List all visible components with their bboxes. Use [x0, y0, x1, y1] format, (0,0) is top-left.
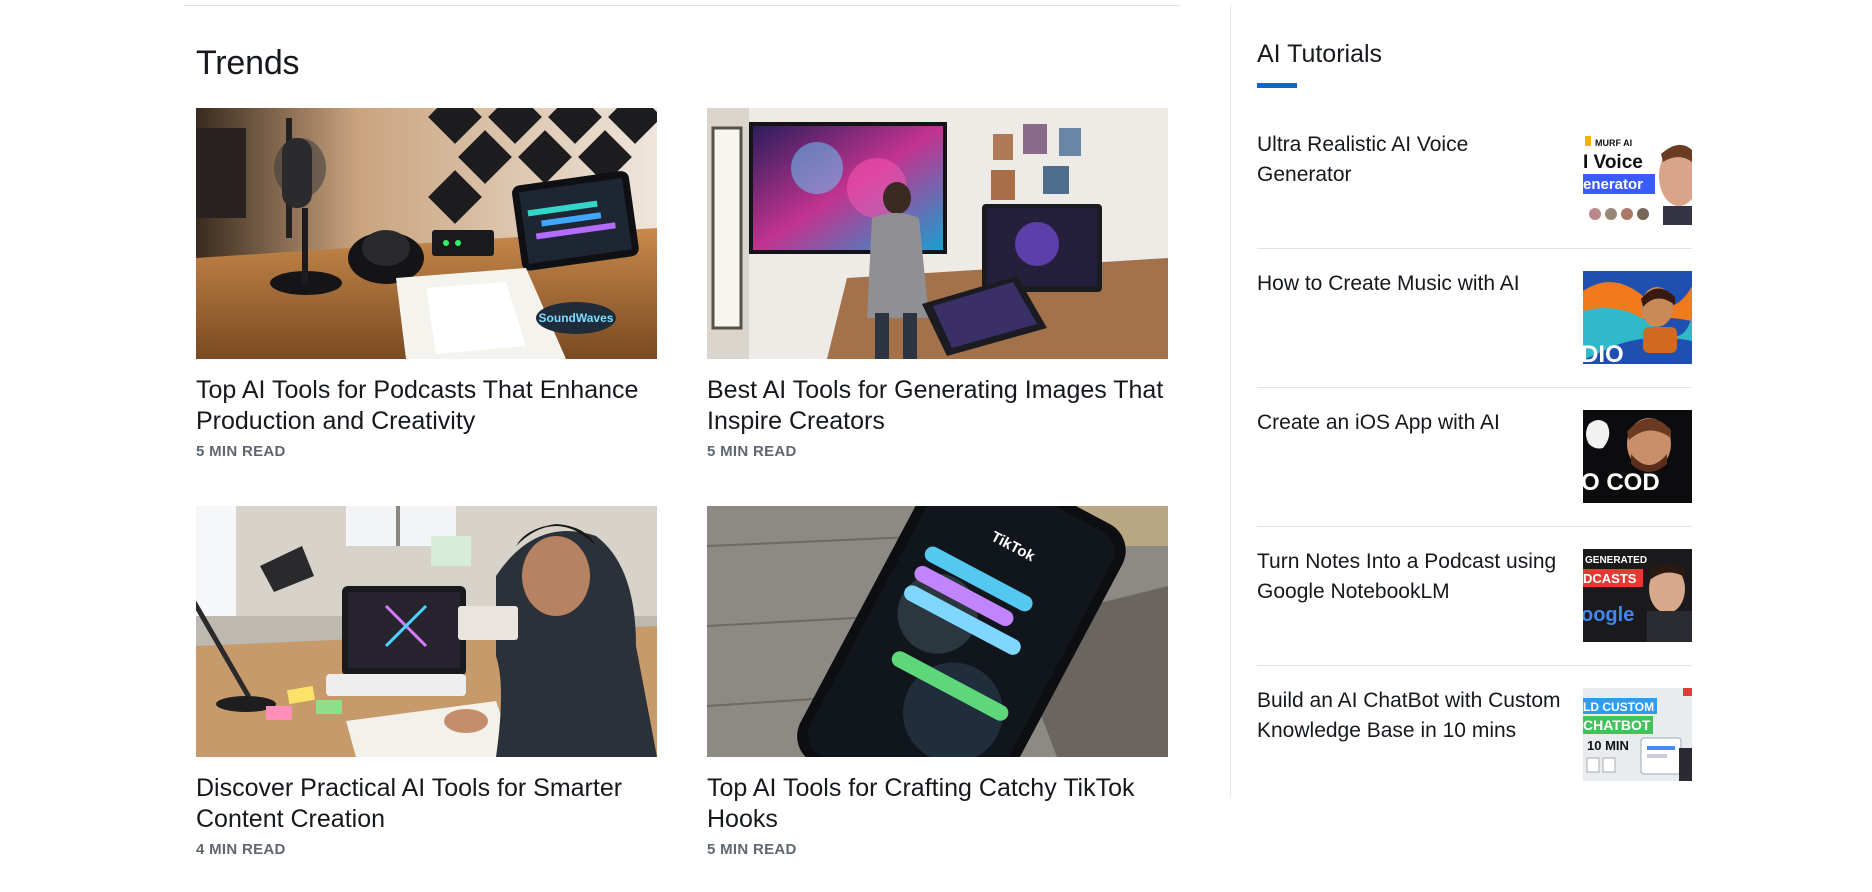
tutorial-title[interactable]: Turn Notes Into a Podcast using Google N… [1257, 545, 1567, 607]
tiktok-phone-photo[interactable]: TikTok [707, 506, 1168, 757]
tutorial-thumbnail[interactable]: LD CUSTOM CHATBOT 10 MIN [1583, 688, 1692, 781]
svg-text:DCASTS: DCASTS [1583, 571, 1637, 586]
tutorial-item[interactable]: Turn Notes Into a Podcast using Google N… [1257, 527, 1692, 666]
tutorial-thumbnail[interactable]: O COD [1583, 410, 1692, 503]
tutorial-item[interactable]: Create an iOS App with AI O COD [1257, 388, 1692, 527]
article-title[interactable]: Best AI Tools for Generating Images That… [707, 375, 1168, 437]
tutorial-title[interactable]: Build an AI ChatBot with Custom Knowledg… [1257, 684, 1567, 746]
read-time: 5 MIN READ [707, 443, 797, 460]
svg-text:DIO: DIO [1583, 341, 1624, 364]
read-time: 5 MIN READ [707, 841, 797, 858]
content-creation-photo[interactable] [196, 506, 657, 757]
article-card[interactable]: Best AI Tools for Generating Images That… [707, 108, 1168, 506]
article-card[interactable]: Discover Practical AI Tools for Smarter … [196, 506, 657, 892]
svg-text:enerator: enerator [1583, 176, 1643, 193]
svg-text:CHATBOT: CHATBOT [1583, 717, 1651, 733]
title-accent-bar [1257, 83, 1297, 88]
svg-text:O COD: O COD [1583, 469, 1660, 496]
top-divider [184, 5, 1180, 6]
tutorial-item[interactable]: Build an AI ChatBot with Custom Knowledg… [1257, 666, 1692, 805]
article-card[interactable]: SoundWaves Top AI Tools for Podcasts Tha… [196, 108, 657, 506]
svg-text:10 MIN: 10 MIN [1587, 738, 1629, 753]
svg-text:MURF AI: MURF AI [1595, 138, 1632, 148]
svg-text:GENERATED: GENERATED [1585, 555, 1647, 566]
sidebar-title: AI Tutorials [1257, 40, 1383, 68]
tutorial-thumbnail[interactable]: GENERATED DCASTS oogle [1583, 549, 1692, 642]
tutorial-item[interactable]: How to Create Music with AI DIO [1257, 249, 1692, 388]
sticker-text: SoundWaves [539, 311, 614, 325]
article-title[interactable]: Discover Practical AI Tools for Smarter … [196, 773, 657, 835]
column-divider [1230, 5, 1231, 797]
tutorial-title[interactable]: Create an iOS App with AI [1257, 406, 1567, 438]
trends-grid: SoundWaves Top AI Tools for Podcasts Tha… [196, 108, 1168, 892]
read-time: 5 MIN READ [196, 443, 286, 460]
tutorial-thumbnail[interactable]: DIO [1583, 271, 1692, 364]
svg-text:I Voice: I Voice [1583, 152, 1643, 173]
podcast-studio-photo[interactable]: SoundWaves [196, 108, 657, 359]
tutorial-title[interactable]: How to Create Music with AI [1257, 267, 1567, 299]
ai-tutorials-sidebar: AI Tutorials Ultra Realistic AI Voice Ge… [1257, 40, 1692, 805]
image-generation-photo[interactable] [707, 108, 1168, 359]
section-title-trends: Trends [196, 44, 300, 82]
svg-text:LD CUSTOM: LD CUSTOM [1583, 700, 1654, 714]
tutorial-list: Ultra Realistic AI Voice Generator MURF … [1257, 110, 1692, 805]
tutorial-item[interactable]: Ultra Realistic AI Voice Generator MURF … [1257, 110, 1692, 249]
tutorial-title[interactable]: Ultra Realistic AI Voice Generator [1257, 128, 1567, 190]
tutorial-thumbnail[interactable]: MURF AI I Voice enerator [1583, 132, 1692, 225]
svg-text:oogle: oogle [1583, 604, 1634, 626]
article-title[interactable]: Top AI Tools for Podcasts That Enhance P… [196, 375, 657, 437]
article-title[interactable]: Top AI Tools for Crafting Catchy TikTok … [707, 773, 1168, 835]
article-card[interactable]: TikTok Top AI Tools for Crafting Catchy … [707, 506, 1168, 892]
read-time: 4 MIN READ [196, 841, 286, 858]
